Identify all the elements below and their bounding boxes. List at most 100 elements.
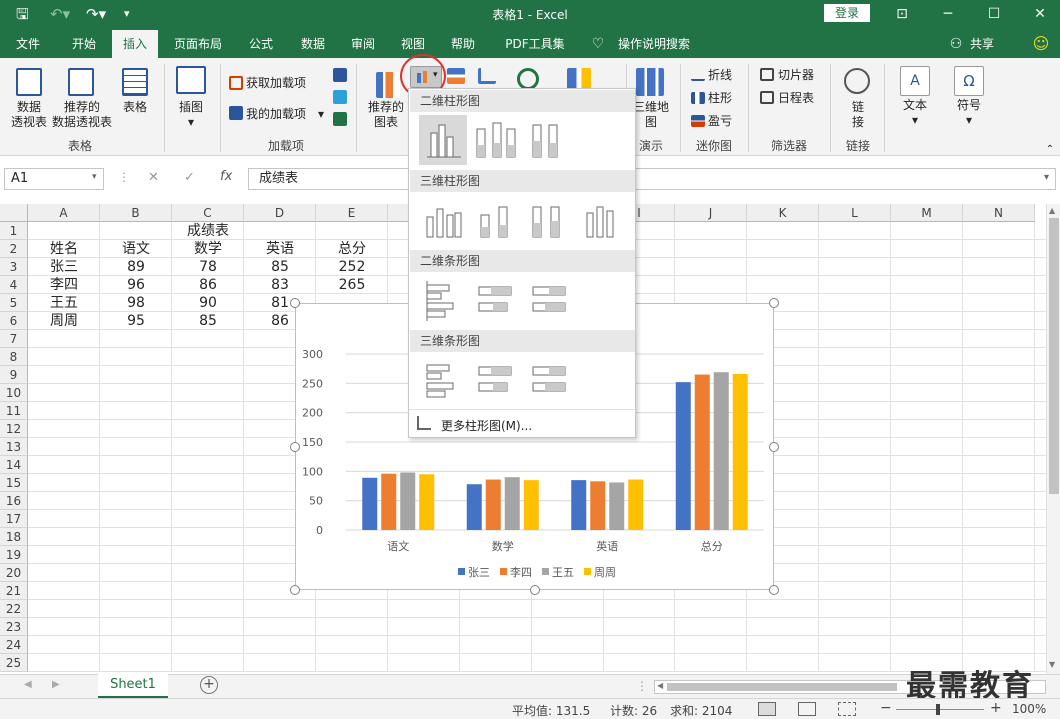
scroll-down-icon[interactable]: ▼: [1049, 660, 1055, 669]
row-header-2[interactable]: 2: [0, 240, 28, 258]
column-header-j[interactable]: J: [675, 204, 747, 222]
tab-formulas[interactable]: 公式: [240, 30, 282, 58]
data-cell[interactable]: 周周: [28, 312, 100, 330]
chevron-down-icon[interactable]: ▾: [92, 172, 97, 182]
resize-handle[interactable]: [769, 298, 779, 308]
data-cell[interactable]: 96: [100, 276, 172, 294]
more-column-charts-item[interactable]: 更多柱形图(M)...: [415, 415, 629, 435]
resize-handle[interactable]: [290, 441, 300, 452]
data-cell[interactable]: 95: [100, 312, 172, 330]
enter-icon[interactable]: ✓: [184, 170, 195, 185]
tell-me-search[interactable]: 操作说明搜索: [612, 30, 696, 58]
zoom-out-icon[interactable]: −: [880, 700, 892, 716]
text-button[interactable]: 文本 ▾: [896, 98, 934, 128]
row-header-19[interactable]: 19: [0, 546, 28, 564]
row-header-3[interactable]: 3: [0, 258, 28, 276]
tab-data[interactable]: 数据: [292, 30, 334, 58]
function-icon[interactable]: fx: [220, 169, 232, 184]
3d-100-stacked-bar-option[interactable]: [525, 355, 573, 405]
recommended-pivot-button[interactable]: 推荐的 数据透视表: [50, 100, 114, 130]
resize-handle[interactable]: [769, 585, 779, 595]
row-header-1[interactable]: 1: [0, 222, 28, 240]
table-button[interactable]: 表格: [116, 100, 154, 115]
pivot-table-button[interactable]: 数据 透视表: [6, 100, 52, 130]
expand-formula-icon[interactable]: ▾: [1044, 172, 1049, 183]
header-cell[interactable]: 总分: [316, 240, 388, 258]
close-icon[interactable]: ✕: [1030, 4, 1050, 24]
scroll-up-icon[interactable]: ▲: [1049, 206, 1055, 215]
cell-title[interactable]: 成绩表: [172, 222, 244, 240]
row-header-15[interactable]: 15: [0, 474, 28, 492]
zoom-in-icon[interactable]: +: [990, 700, 1002, 716]
scroll-left-icon[interactable]: ◀: [657, 681, 663, 690]
data-cell[interactable]: 90: [172, 294, 244, 312]
row-header-23[interactable]: 23: [0, 618, 28, 636]
collapse-ribbon-icon[interactable]: ⌃: [1044, 142, 1056, 157]
header-cell[interactable]: 数学: [172, 240, 244, 258]
3d-stacked-bar-option[interactable]: [471, 355, 519, 405]
row-header-20[interactable]: 20: [0, 564, 28, 582]
scroll-thumb[interactable]: [1049, 218, 1059, 494]
get-addins-button[interactable]: 获取加载项: [246, 76, 310, 91]
tab-pdf-tools[interactable]: PDF工具集: [496, 30, 574, 58]
tab-home[interactable]: 开始: [60, 30, 108, 58]
people-graph-icon[interactable]: [333, 112, 347, 126]
minimize-icon[interactable]: ─: [938, 4, 958, 24]
next-sheet-icon[interactable]: ▶: [52, 679, 60, 690]
bar-chart-icon[interactable]: [447, 68, 465, 84]
zoom-level[interactable]: 100%: [1012, 702, 1046, 716]
row-header-6[interactable]: 6: [0, 312, 28, 330]
row-header-25[interactable]: 25: [0, 654, 28, 672]
column-header-d[interactable]: D: [244, 204, 316, 222]
row-header-16[interactable]: 16: [0, 492, 28, 510]
page-break-view-icon[interactable]: [838, 702, 856, 716]
add-sheet-icon[interactable]: +: [200, 676, 218, 694]
ribbon-display-icon[interactable]: ⊡: [892, 4, 912, 24]
data-cell[interactable]: 98: [100, 294, 172, 312]
map3d-button[interactable]: 三维地图: [632, 100, 670, 130]
formula-input[interactable]: 成绩表: [248, 168, 1056, 190]
data-cell[interactable]: 83: [244, 276, 316, 294]
row-header-24[interactable]: 24: [0, 636, 28, 654]
row-header-21[interactable]: 21: [0, 582, 28, 600]
row-header-7[interactable]: 7: [0, 330, 28, 348]
tab-page-layout[interactable]: 页面布局: [166, 30, 230, 58]
100-stacked-column-option[interactable]: [525, 115, 573, 165]
data-cell[interactable]: 86: [172, 276, 244, 294]
3d-column-option[interactable]: [579, 195, 627, 245]
row-header-12[interactable]: 12: [0, 420, 28, 438]
3d-clustered-column-option[interactable]: [419, 195, 467, 245]
row-header-5[interactable]: 5: [0, 294, 28, 312]
100-stacked-bar-option[interactable]: [525, 275, 573, 325]
row-header-4[interactable]: 4: [0, 276, 28, 294]
column-header-k[interactable]: K: [747, 204, 819, 222]
clustered-bar-option[interactable]: [419, 275, 467, 325]
clustered-column-option[interactable]: [419, 115, 467, 165]
tab-help[interactable]: 帮助: [442, 30, 484, 58]
data-cell[interactable]: 265: [316, 276, 388, 294]
column-header-m[interactable]: M: [891, 204, 963, 222]
prev-sheet-icon[interactable]: ◀: [24, 679, 32, 690]
row-header-11[interactable]: 11: [0, 402, 28, 420]
row-header-14[interactable]: 14: [0, 456, 28, 474]
resize-handle[interactable]: [290, 585, 300, 595]
slicer-button[interactable]: 切片器: [778, 68, 818, 83]
header-cell[interactable]: 语文: [100, 240, 172, 258]
cancel-icon[interactable]: ✕: [148, 170, 159, 185]
resize-handle[interactable]: [529, 585, 540, 595]
bing-icon[interactable]: [333, 90, 347, 104]
header-cell[interactable]: 姓名: [28, 240, 100, 258]
vertical-scrollbar[interactable]: ▲ ▼: [1046, 204, 1060, 674]
my-addins-button[interactable]: 我的加载项: [246, 107, 310, 122]
zoom-slider[interactable]: [896, 709, 984, 710]
row-header-9[interactable]: 9: [0, 366, 28, 384]
stacked-column-option[interactable]: [471, 115, 519, 165]
row-header-10[interactable]: 10: [0, 384, 28, 402]
sparkline-line-button[interactable]: 折线: [708, 68, 738, 83]
data-cell[interactable]: 85: [172, 312, 244, 330]
visio-icon[interactable]: [333, 68, 347, 82]
row-header-17[interactable]: 17: [0, 510, 28, 528]
tab-insert[interactable]: 插入: [112, 30, 158, 58]
smiley-icon[interactable]: ☺: [1030, 30, 1052, 58]
data-cell[interactable]: 张三: [28, 258, 100, 276]
